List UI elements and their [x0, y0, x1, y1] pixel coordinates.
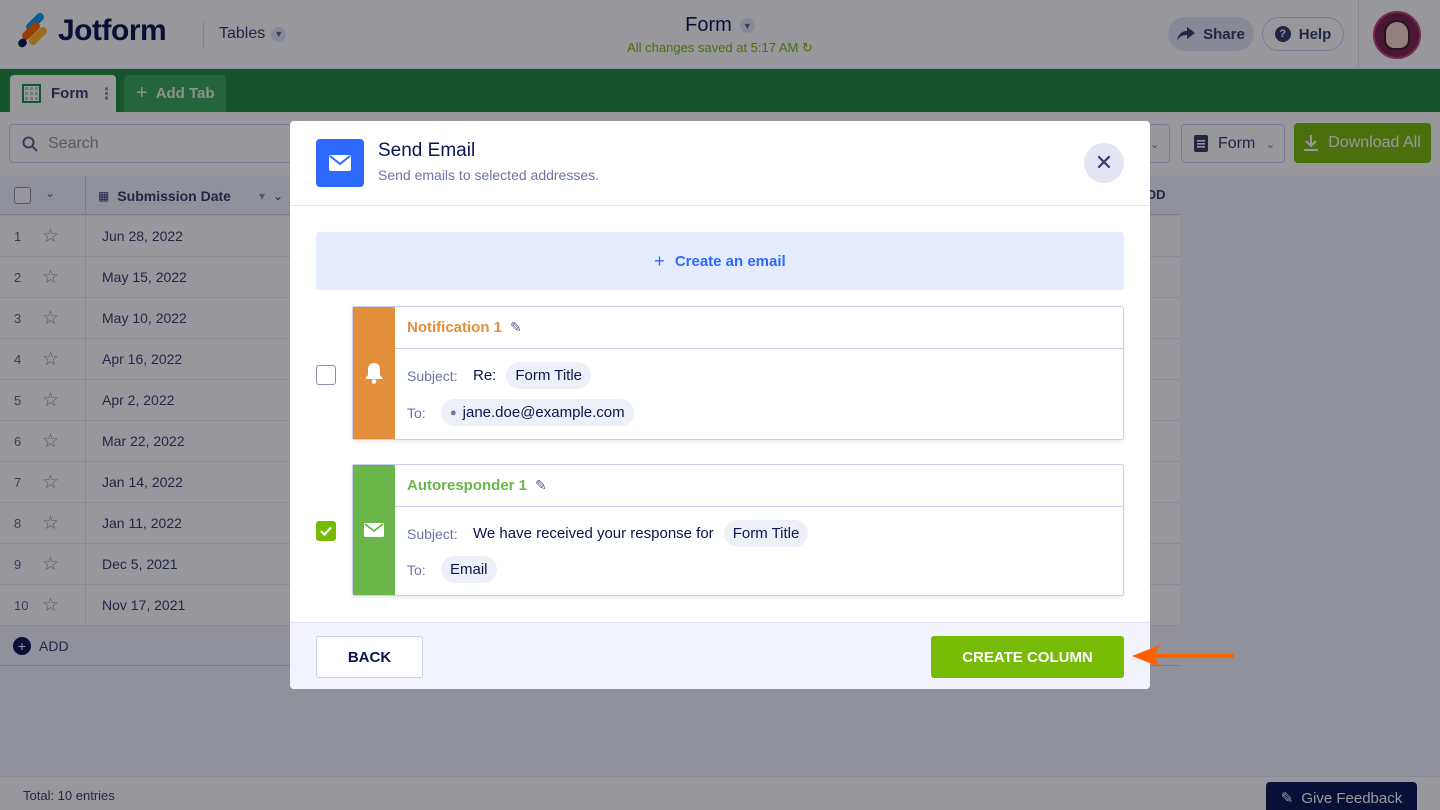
notification-to-row: To: ● jane.doe@example.com: [407, 399, 634, 426]
envelope-icon: [316, 139, 364, 187]
autoresponder-name: Autoresponder 1: [407, 477, 528, 494]
pencil-icon[interactable]: ✎: [535, 477, 547, 494]
notification-name: Notification 1: [407, 319, 503, 336]
autoresponder-header: Autoresponder 1 ✎: [395, 465, 1123, 507]
subject-label: Subject:: [407, 367, 458, 384]
to-label: To:: [407, 561, 426, 578]
subject-field-chip: Form Title: [506, 362, 592, 389]
autoresponder-to-row: To: Email: [407, 556, 497, 583]
modal-title: Send Email: [378, 140, 476, 161]
pencil-icon[interactable]: ✎: [510, 319, 522, 336]
create-email-label: Create an email: [674, 252, 786, 270]
recipient-chip: ● jane.doe@example.com: [441, 399, 634, 426]
annotation-arrow-icon: [1132, 645, 1234, 667]
create-column-button[interactable]: CREATE COLUMN: [931, 636, 1124, 678]
notification-subject-row: Subject: Re: Form Title: [407, 362, 592, 389]
subject-field-chip: Form Title: [723, 520, 809, 547]
autoresponder-checkbox[interactable]: [316, 521, 336, 541]
bell-icon: [365, 363, 383, 384]
send-email-modal: Send Email Send emails to selected addre…: [290, 121, 1150, 689]
plus-icon: +: [654, 250, 665, 271]
notification-checkbox[interactable]: [316, 365, 336, 385]
notification-header: Notification 1 ✎: [395, 307, 1123, 349]
modal-subtitle: Send emails to selected addresses.: [378, 167, 600, 183]
close-icon: ✕: [1094, 150, 1114, 175]
user-icon: ●: [450, 406, 457, 419]
modal-footer: BACK CREATE COLUMN: [290, 622, 1150, 689]
modal-header: Send Email Send emails to selected addre…: [290, 121, 1150, 206]
subject-prefix: Re:: [473, 367, 497, 384]
autoresponder-card[interactable]: Autoresponder 1 ✎ Subject: We have recei…: [352, 464, 1124, 596]
subject-text: We have received your response for: [473, 525, 714, 542]
checkmark-icon: [320, 526, 332, 536]
recipient-email: jane.doe@example.com: [462, 404, 625, 421]
back-button[interactable]: BACK: [316, 636, 423, 678]
autoresponder-subject-row: Subject: We have received your response …: [407, 520, 809, 547]
envelope-icon: [364, 523, 384, 537]
notification-card[interactable]: Notification 1 ✎ Subject: Re: Form Title…: [352, 306, 1124, 440]
to-label: To:: [407, 404, 426, 421]
create-email-button[interactable]: + Create an email: [316, 232, 1124, 290]
close-button[interactable]: ✕: [1084, 143, 1124, 183]
recipient-field-chip: Email: [441, 556, 497, 583]
subject-label: Subject:: [407, 525, 458, 542]
autoresponder-color-strip: [353, 465, 395, 595]
notification-color-strip: [353, 307, 395, 439]
